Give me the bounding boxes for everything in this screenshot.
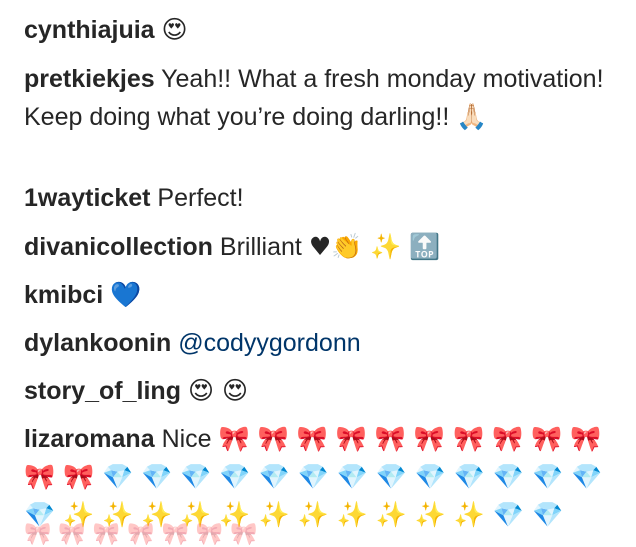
comment-emoji: 😍 😍: [187, 376, 249, 405]
comment-text: Perfect!: [157, 184, 244, 212]
comment-item: 1wayticket Perfect!: [24, 180, 624, 217]
comment-item: dylankoonin @codyygordonn: [24, 325, 624, 362]
comment-username[interactable]: lizaromana: [24, 425, 155, 453]
comment-emoji: 💙: [110, 280, 142, 309]
comment-text: Nice: [161, 425, 212, 453]
comment-mention-link[interactable]: @codyygordonn: [178, 329, 360, 357]
comment-username[interactable]: dylankoonin: [24, 329, 171, 357]
comment-username[interactable]: kmibci: [24, 281, 103, 309]
comment-item: pretkiekjes Yeah!! What a fresh monday m…: [24, 61, 624, 136]
comment-emoji: ♥👏 ✨ 🔝: [308, 232, 441, 261]
comment-emoji: 😍: [161, 15, 188, 44]
comment-username[interactable]: cynthiajuia: [24, 16, 155, 44]
comment-item: kmibci 💙: [24, 276, 624, 314]
comment-emoji: 🙏🏻: [456, 102, 488, 131]
comment-item: divanicollection Brilliant ♥👏 ✨ 🔝: [24, 228, 624, 266]
comment-username[interactable]: 1wayticket: [24, 184, 150, 212]
comment-text: Brilliant: [219, 233, 302, 261]
comment-username[interactable]: pretkiekjes: [24, 65, 155, 93]
clipped-emoji-row: 🎀 🎀 🎀 🎀 🎀 🎀 🎀: [24, 522, 258, 547]
comment-item: story_of_ling 😍 😍: [24, 372, 624, 410]
comment-item: cynthiajuia 😍: [24, 11, 624, 49]
comment-username[interactable]: divanicollection: [24, 233, 213, 261]
comment-item: lizaromana Nice 🎀 🎀 🎀 🎀 🎀 🎀 🎀 🎀 🎀 🎀 🎀 🎀 …: [24, 420, 624, 534]
comment-username[interactable]: story_of_ling: [24, 377, 181, 405]
comments-list: cynthiajuia 😍 pretkiekjes Yeah!! What a …: [0, 0, 636, 547]
